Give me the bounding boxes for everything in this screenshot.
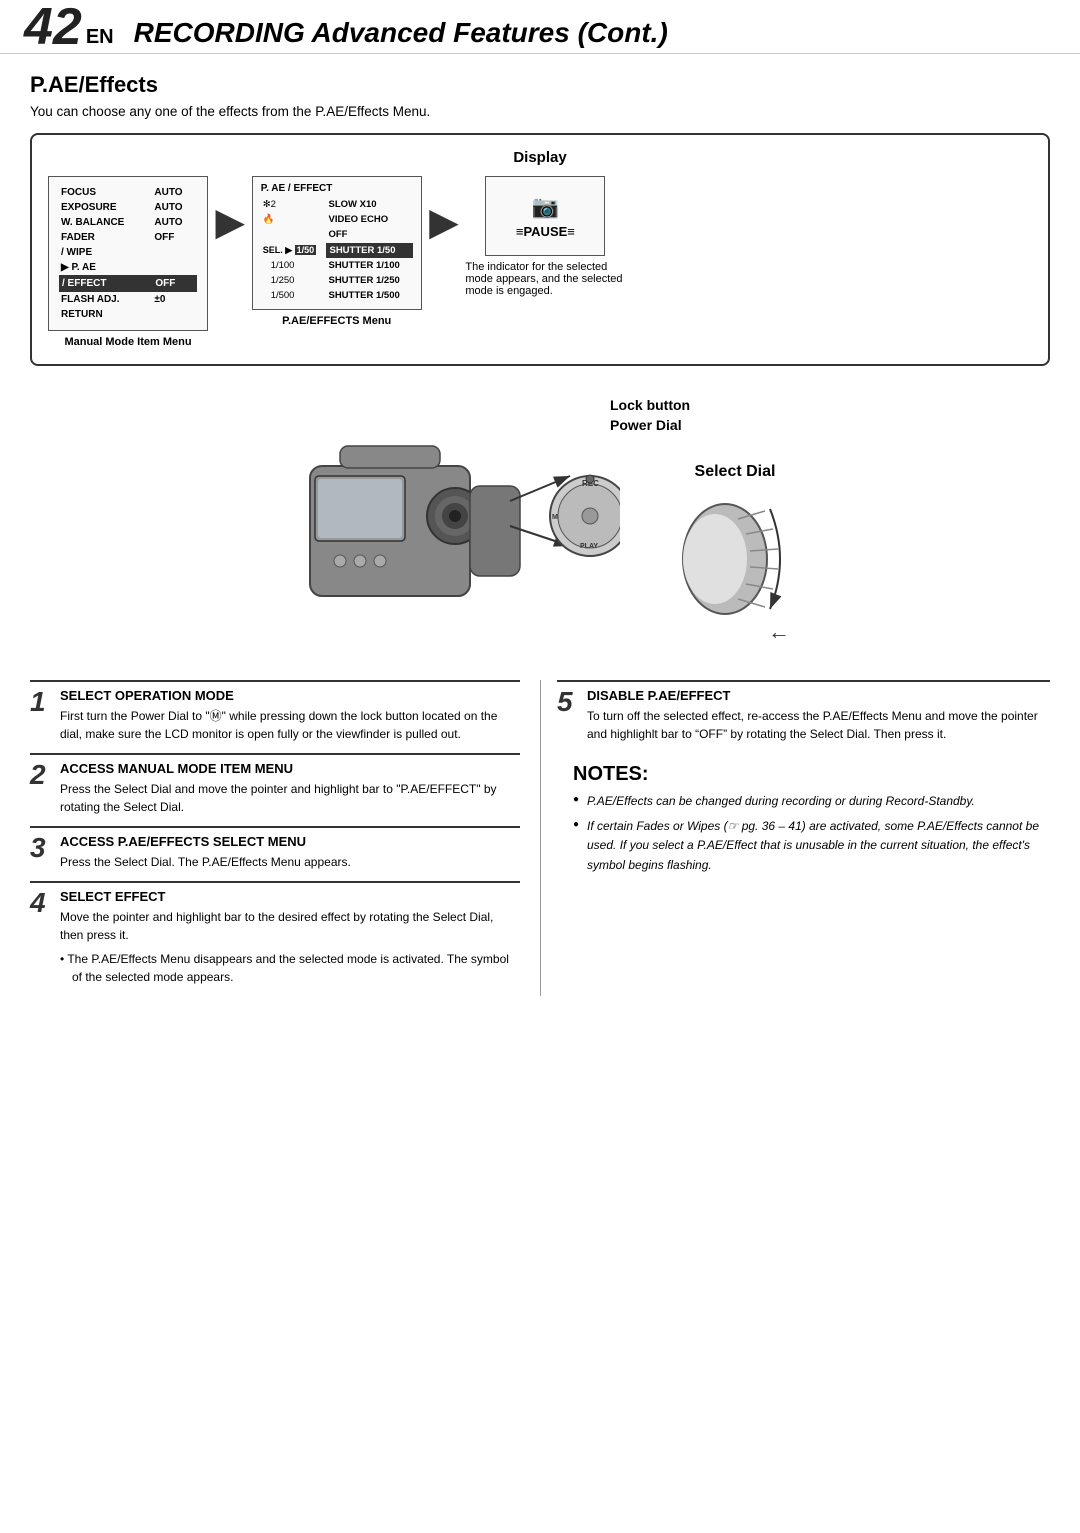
camcorder-svg: REC A/V PLAY M (280, 386, 620, 656)
panels-row: FOCUSAUTO EXPOSUREAUTO W. BALANCEAUTO FA… (48, 176, 1032, 348)
pae-effects-panel: P. AE / EFFECT ✻2SLOW X10 🔥VIDEO ECHO OF… (252, 176, 422, 310)
diagram-right: Lock button Power Dial Select Dial (610, 397, 800, 645)
power-dial-label: Power Dial (610, 417, 682, 433)
step-3-content: ACCESS P.AE/EFFECTS SELECT MENU Press th… (60, 834, 520, 871)
steps-grid: 1 SELECT OPERATION MODE First turn the P… (30, 680, 1050, 996)
step-1-heading: SELECT OPERATION MODE (60, 688, 520, 703)
notes-item-1: P.AE/Effects can be changed during recor… (573, 792, 1050, 811)
step-5-heading: DISABLE P.AE/EFFECT (587, 688, 1050, 703)
step-2: 2 ACCESS MANUAL MODE ITEM MENU Press the… (30, 753, 520, 816)
pae-panel-col: P. AE / EFFECT ✻2SLOW X10 🔥VIDEO ECHO OF… (252, 176, 422, 327)
step-4-body: Move the pointer and highlight bar to th… (60, 908, 520, 944)
step-5-body: To turn off the selected effect, re-acce… (587, 707, 1050, 743)
camcorder-area: REC A/V PLAY M (280, 386, 620, 656)
diagram-row: REC A/V PLAY M Lock button (30, 386, 1050, 656)
step-1-body: First turn the Power Dial to "Ⓜ" while p… (60, 707, 520, 743)
step-3-body: Press the Select Dial. The P.AE/Effects … (60, 853, 520, 871)
notes-item-2: If certain Fades or Wipes (☞ pg. 36 – 41… (573, 817, 1050, 875)
step-5-number: 5 (557, 688, 579, 743)
step-1-content: SELECT OPERATION MODE First turn the Pow… (60, 688, 520, 743)
pause-text: ≡PAUSE≡ (516, 224, 575, 239)
svg-text:PLAY: PLAY (580, 543, 598, 550)
step-5: 5 DISABLE P.AE/EFFECT To turn off the se… (557, 680, 1050, 743)
pae-panel-title: P. AE / EFFECT (261, 183, 413, 194)
arrow-2: ▶ (430, 176, 458, 243)
header-title-text: RECORDING Advanced Features (Cont.) (134, 17, 668, 49)
step-4-heading: SELECT EFFECT (60, 889, 520, 904)
step-3-number: 3 (30, 834, 52, 871)
step-4-content: SELECT EFFECT Move the pointer and highl… (60, 889, 520, 986)
section-intro: You can choose any one of the effects fr… (30, 104, 1050, 119)
step-1-number: 1 (30, 688, 52, 743)
steps-left-col: 1 SELECT OPERATION MODE First turn the P… (30, 680, 540, 996)
camera-icon: 📷 (532, 194, 559, 220)
display-box: Display FOCUSAUTO EXPOSUREAUTO W. BALANC… (30, 133, 1050, 366)
select-dial-area: Select Dial (670, 463, 800, 645)
header-title-block: RECORDING Advanced Features (Cont.) (134, 0, 1056, 53)
select-dial-svg (670, 489, 800, 629)
section-title: P.AE/Effects (30, 72, 1050, 98)
step-2-body: Press the Select Dial and move the point… (60, 780, 520, 816)
step-4-bullet: The P.AE/Effects Menu disappears and the… (60, 950, 520, 986)
step-2-content: ACCESS MANUAL MODE ITEM MENU Press the S… (60, 761, 520, 816)
steps-right-col: 5 DISABLE P.AE/EFFECT To turn off the se… (540, 680, 1050, 996)
step-3-heading: ACCESS P.AE/EFFECTS SELECT MENU (60, 834, 520, 849)
step-2-heading: ACCESS MANUAL MODE ITEM MENU (60, 761, 520, 776)
step-5-content: DISABLE P.AE/EFFECT To turn off the sele… (587, 688, 1050, 743)
notes-title: NOTES: (573, 763, 1050, 786)
notes-section: NOTES: P.AE/Effects can be changed durin… (557, 763, 1050, 875)
step-3: 3 ACCESS P.AE/EFFECTS SELECT MENU Press … (30, 826, 520, 871)
lock-button-label: Lock button (610, 397, 690, 413)
header-rest: Advanced Features (Cont.) (305, 17, 668, 48)
step-4: 4 SELECT EFFECT Move the pointer and hig… (30, 881, 520, 986)
manual-mode-label: Manual Mode Item Menu (64, 336, 191, 348)
step-4-number: 4 (30, 889, 52, 986)
page-header: 42 EN RECORDING Advanced Features (Cont.… (0, 0, 1080, 54)
dial-arrow: ← (768, 619, 790, 645)
svg-text:M: M (552, 514, 558, 521)
manual-mode-col: FOCUSAUTO EXPOSUREAUTO W. BALANCEAUTO FA… (48, 176, 208, 348)
indicator-label: The indicator for the selected mode appe… (465, 261, 625, 297)
pae-menu-label: P.AE/EFFECTS Menu (282, 315, 391, 327)
select-dial-label: Select Dial (695, 463, 776, 481)
page-number: 42 (24, 1, 82, 53)
pause-panel: 📷 ≡PAUSE≡ (485, 176, 605, 256)
manual-mode-panel: FOCUSAUTO EXPOSUREAUTO W. BALANCEAUTO FA… (48, 176, 208, 331)
step-2-number: 2 (30, 761, 52, 816)
page-body: P.AE/Effects You can choose any one of t… (0, 54, 1080, 1020)
arrow-1: ▶ (216, 176, 244, 243)
step-1: 1 SELECT OPERATION MODE First turn the P… (30, 680, 520, 743)
page-en: EN (86, 26, 114, 49)
pause-col: 📷 ≡PAUSE≡ The indicator for the selected… (465, 176, 625, 297)
display-box-title: Display (48, 149, 1032, 166)
header-recording: RECORDING (134, 17, 305, 48)
